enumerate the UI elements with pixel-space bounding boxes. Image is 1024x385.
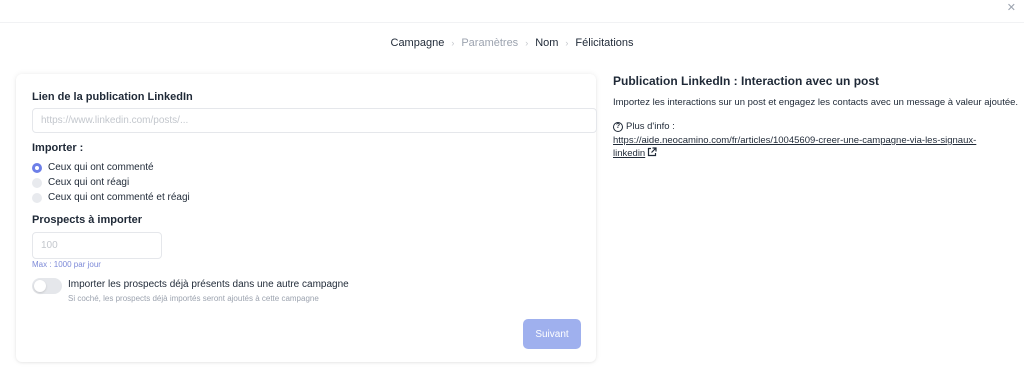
radio-button[interactable]: [32, 192, 42, 203]
help-article-link-text: https://aide.neocamino.com/fr/articles/1…: [613, 135, 977, 159]
prospects-count-input[interactable]: [32, 232, 162, 259]
step-campagne[interactable]: Campagne: [391, 37, 445, 49]
more-info: ? Plus d'info :: [613, 121, 1018, 132]
help-article-link[interactable]: https://aide.neocamino.com/fr/articles/1…: [613, 135, 1008, 160]
post-url-input[interactable]: [32, 108, 597, 133]
help-circle-icon: ?: [613, 121, 623, 132]
radio-label: Ceux qui ont commenté et réagi: [48, 192, 190, 203]
stepper-breadcrumb: Campagne › Paramètres › Nom › Félicitations: [0, 37, 1024, 49]
toggle-hint: Si coché, les prospects déjà importés se…: [68, 294, 319, 303]
toggle-label: Importer les prospects déjà présents dan…: [68, 279, 349, 290]
chevron-right-icon: ›: [451, 38, 455, 49]
chevron-right-icon: ›: [525, 38, 529, 49]
toggle-knob: [34, 280, 46, 292]
radio-button[interactable]: [32, 177, 42, 188]
info-panel: Publication LinkedIn : Interaction avec …: [613, 74, 1018, 160]
radio-label: Ceux qui ont commenté: [48, 162, 154, 173]
step-felicitations[interactable]: Félicitations: [575, 37, 633, 49]
step-parametres[interactable]: Paramètres: [461, 37, 518, 49]
import-existing-toggle[interactable]: [32, 278, 62, 294]
radio-label: Ceux qui ont réagi: [48, 177, 130, 188]
url-label: Lien de la publication LinkedIn: [32, 91, 193, 103]
header-divider: [0, 22, 1024, 23]
more-info-label: Plus d'info :: [626, 121, 675, 132]
prospects-hint: Max : 1000 par jour: [32, 260, 101, 269]
import-label: Importer :: [32, 142, 84, 154]
close-icon[interactable]: ✕: [1007, 3, 1016, 14]
info-title: Publication LinkedIn : Interaction avec …: [613, 74, 880, 88]
radio-commented-and-reacted[interactable]: Ceux qui ont commenté et réagi: [32, 191, 190, 204]
info-description: Importez les interactions sur un post et…: [613, 97, 1019, 108]
external-link-icon: [648, 147, 657, 157]
settings-form-card: Lien de la publication LinkedIn Importer…: [16, 74, 597, 362]
radio-commented[interactable]: Ceux qui ont commenté: [32, 161, 154, 174]
step-nom[interactable]: Nom: [535, 37, 558, 49]
next-button[interactable]: Suivant: [523, 319, 581, 349]
prospects-label: Prospects à importer: [32, 214, 143, 226]
radio-button[interactable]: [32, 162, 42, 173]
chevron-right-icon: ›: [565, 38, 569, 49]
radio-reacted[interactable]: Ceux qui ont réagi: [32, 176, 129, 189]
